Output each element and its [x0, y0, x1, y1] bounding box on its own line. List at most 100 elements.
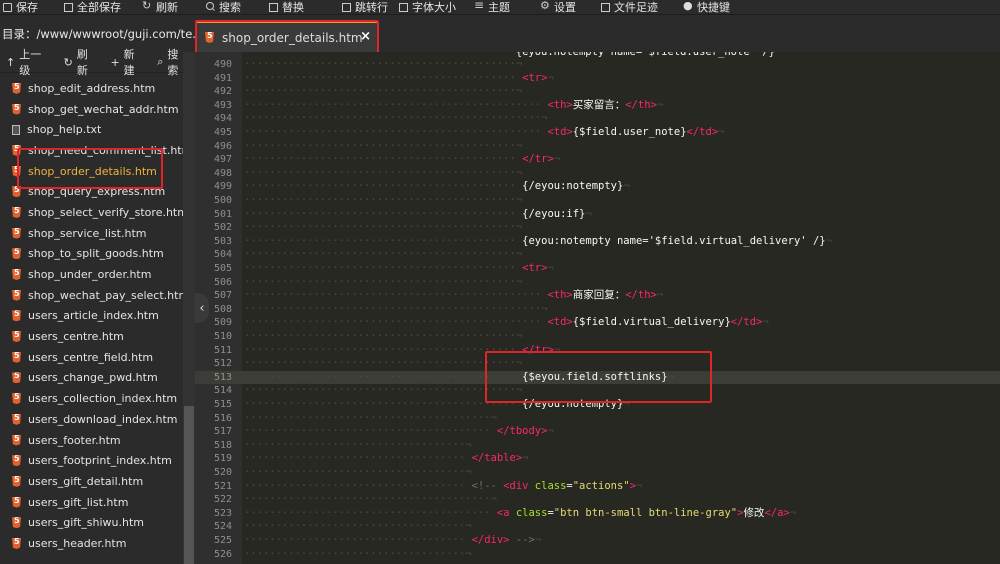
line-number: 501	[213, 208, 232, 220]
code-text: ···································¬	[244, 438, 472, 451]
code-text: ········································…	[244, 85, 523, 98]
file-item[interactable]: shop_help.txt	[0, 119, 183, 140]
code-line: 521 ··································· <…	[195, 480, 1000, 494]
toolbar-button-3[interactable]: 搜索	[205, 0, 241, 14]
line-number: 506	[213, 276, 232, 288]
close-tab-icon[interactable]: ×	[360, 29, 371, 44]
code-text: ········································…	[244, 166, 523, 179]
line-number: 492	[213, 86, 232, 98]
file-item[interactable]: users_footer.htm	[0, 430, 183, 451]
file-item[interactable]: users_centre_field.htm	[0, 347, 183, 368]
toolbar-button-5[interactable]: 跳转行	[341, 0, 388, 14]
html5-file-icon	[12, 144, 21, 156]
line-number: 515	[213, 399, 232, 410]
toolbar-button-7[interactable]: 主题	[474, 0, 510, 14]
file-item[interactable]: shop_edit_address.htm	[0, 78, 183, 99]
file-item[interactable]: users_centre.htm	[0, 326, 183, 347]
file-item[interactable]: users_download_index.htm	[0, 409, 183, 430]
code-text: ········································…	[244, 302, 548, 315]
file-item[interactable]: shop_under_order.htm	[0, 264, 183, 285]
line-number: 511	[213, 344, 232, 356]
code-text: ········································…	[244, 71, 554, 84]
file-item[interactable]: shop_select_verify_store.htm	[0, 202, 188, 223]
file-item[interactable]: shop_need_comment_list.htm	[0, 140, 192, 161]
code-line: 525 ··································· <…	[195, 534, 1000, 548]
code-line: 497 ·····································…	[195, 153, 1000, 167]
file-item[interactable]: users_gift_list.htm	[0, 492, 183, 513]
file-item[interactable]: shop_query_express.htm	[0, 181, 183, 202]
code-line: 491 ·····································…	[195, 72, 1000, 86]
file-item[interactable]: users_collection_index.htm	[0, 388, 183, 409]
code-editor[interactable]: {eyou:notempty name='$field.user_note' /…	[195, 52, 1000, 564]
file-item[interactable]: users_gift_shiwu.htm	[0, 512, 183, 533]
gear-icon	[540, 0, 550, 12]
line-number: 525	[213, 535, 232, 546]
file-name: shop_edit_address.htm	[28, 81, 156, 95]
line-number: 491	[213, 72, 232, 84]
file-item[interactable]: users_header.htm	[0, 533, 183, 554]
sidebar-action-up-level[interactable]: ↑ 上一级	[6, 46, 52, 78]
file-name: users_gift_detail.htm	[28, 474, 144, 488]
html5-file-icon	[12, 496, 21, 508]
toolbar-button-2[interactable]: 刷新	[142, 0, 178, 14]
file-item[interactable]: shop_to_split_goods.htm	[0, 244, 183, 265]
html5-file-icon	[12, 475, 21, 487]
html5-file-icon	[12, 206, 21, 218]
toolbar-button-1[interactable]: 全部保存	[63, 0, 121, 14]
file-item[interactable]: users_article_index.htm	[0, 306, 183, 327]
code-text: ········································…	[244, 316, 769, 329]
toolbar-button-10[interactable]: 快捷键	[683, 0, 730, 14]
toolbar-button-8[interactable]: 设置	[540, 0, 576, 14]
code-line: 509 ·····································…	[195, 316, 1000, 330]
file-name: shop_under_order.htm	[28, 268, 152, 282]
code-text: ··································· </ta…	[244, 452, 529, 465]
line-number: 512	[213, 358, 232, 370]
html5-file-icon	[12, 372, 21, 384]
toolbar-button-label: 保存	[16, 1, 38, 14]
code-text: ········································…	[244, 289, 664, 302]
toolbar-button-label: 字体大小	[412, 1, 456, 14]
code-text: ········································…	[244, 194, 523, 206]
tab-shop-order-details[interactable]: shop_order_details.htm ×	[197, 21, 377, 52]
line-number: 519	[213, 453, 232, 465]
sidebar-scrollbar-thumb[interactable]	[184, 406, 194, 564]
toolbar-button-6[interactable]: 字体大小	[398, 0, 456, 14]
file-item[interactable]: shop_service_list.htm	[0, 223, 183, 244]
line-number: 521	[213, 480, 232, 492]
info-icon	[683, 0, 693, 12]
code-line: 493 ·····································…	[195, 99, 1000, 113]
file-name: users_centre_field.htm	[28, 350, 154, 364]
file-item[interactable]: users_gift_detail.htm	[0, 471, 183, 492]
line-number: 505	[213, 263, 232, 274]
file-name: shop_wechat_pay_select.htm	[28, 288, 190, 302]
toolbar-button-9[interactable]: 文件足迹	[600, 0, 658, 14]
font-size-icon	[398, 2, 408, 12]
sidebar-action-plus[interactable]: + 新建	[110, 46, 145, 78]
top-toolbar: 保存 全部保存 刷新 搜索 替换 跳转行 字体大小 主题 设置 文件足迹 快捷键	[0, 0, 1000, 15]
code-text: ········································…	[244, 384, 523, 397]
html5-file-icon	[12, 269, 21, 281]
code-text: ········································…	[244, 275, 523, 288]
file-item[interactable]: users_footprint_index.htm	[0, 450, 183, 471]
file-name: shop_help.txt	[27, 123, 102, 137]
file-item[interactable]: shop_order_details.htm	[0, 161, 183, 182]
code-line: 518 ···································¬	[195, 439, 1000, 453]
line-number: 513	[213, 371, 232, 383]
line-number: 493	[213, 99, 232, 111]
file-item[interactable]: users_change_pwd.htm	[0, 368, 183, 389]
goto-line-icon	[341, 2, 351, 12]
toolbar-button-label: 设置	[554, 1, 576, 14]
code-line: 495 ·····································…	[195, 126, 1000, 140]
toolbar-button-4[interactable]: 替换	[268, 0, 304, 14]
line-number: 490	[213, 59, 232, 70]
toolbar-button-0[interactable]: 保存	[2, 0, 38, 14]
line-number: 526	[213, 548, 232, 560]
file-item[interactable]: shop_get_wechat_addr.htm	[0, 99, 183, 120]
sidebar-action-refresh[interactable]: ↻ 刷新	[64, 46, 99, 78]
line-number: 504	[213, 249, 232, 261]
search-icon	[205, 2, 215, 12]
file-item[interactable]: shop_wechat_pay_select.htm	[0, 285, 189, 306]
code-text: ········································…	[244, 58, 523, 70]
html5-file-icon	[12, 351, 21, 363]
code-line: 503 ·····································…	[195, 235, 1000, 249]
